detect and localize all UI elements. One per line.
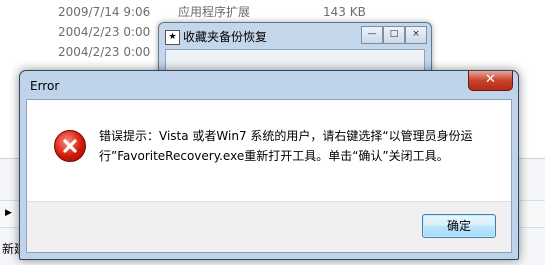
dialog-footer: 确定 (27, 201, 511, 252)
app-icon: ★ (165, 30, 180, 45)
error-message: 错误提示：Vista 或者Win7 系统的用户，请右键选择“以管理员身份运行”F… (99, 129, 473, 163)
minimize-button[interactable]: — (361, 26, 383, 44)
scroll-right-arrow-icon[interactable]: ▶ (5, 208, 15, 220)
window-title: 收藏夹备份恢复 (183, 30, 268, 44)
dialog-title: Error (30, 79, 60, 93)
window-controls: — □ × (361, 26, 427, 44)
close-button[interactable]: × (405, 26, 427, 44)
file-row[interactable]: 2009/7/14 9:06 应用程序扩展 143 KB (0, 2, 545, 22)
file-date: 2004/2/23 0:00 (58, 45, 151, 59)
close-button[interactable]: ✕ (468, 71, 513, 91)
file-date: 2004/2/23 0:00 (58, 25, 151, 39)
file-date: 2009/7/14 9:06 (58, 5, 151, 19)
ok-button[interactable]: 确定 (422, 214, 496, 238)
error-dialog[interactable]: Error ✕ 错误提示：Vista 或者Win7 系统的用户，请右键选择“以管… (19, 70, 519, 260)
error-icon (54, 130, 86, 162)
file-type: 应用程序扩展 (178, 5, 251, 19)
file-size: 143 KB (323, 5, 366, 19)
maximize-button[interactable]: □ (383, 26, 405, 44)
dialog-content: 错误提示：Vista 或者Win7 系统的用户，请右键选择“以管理员身份运行”F… (26, 99, 512, 253)
